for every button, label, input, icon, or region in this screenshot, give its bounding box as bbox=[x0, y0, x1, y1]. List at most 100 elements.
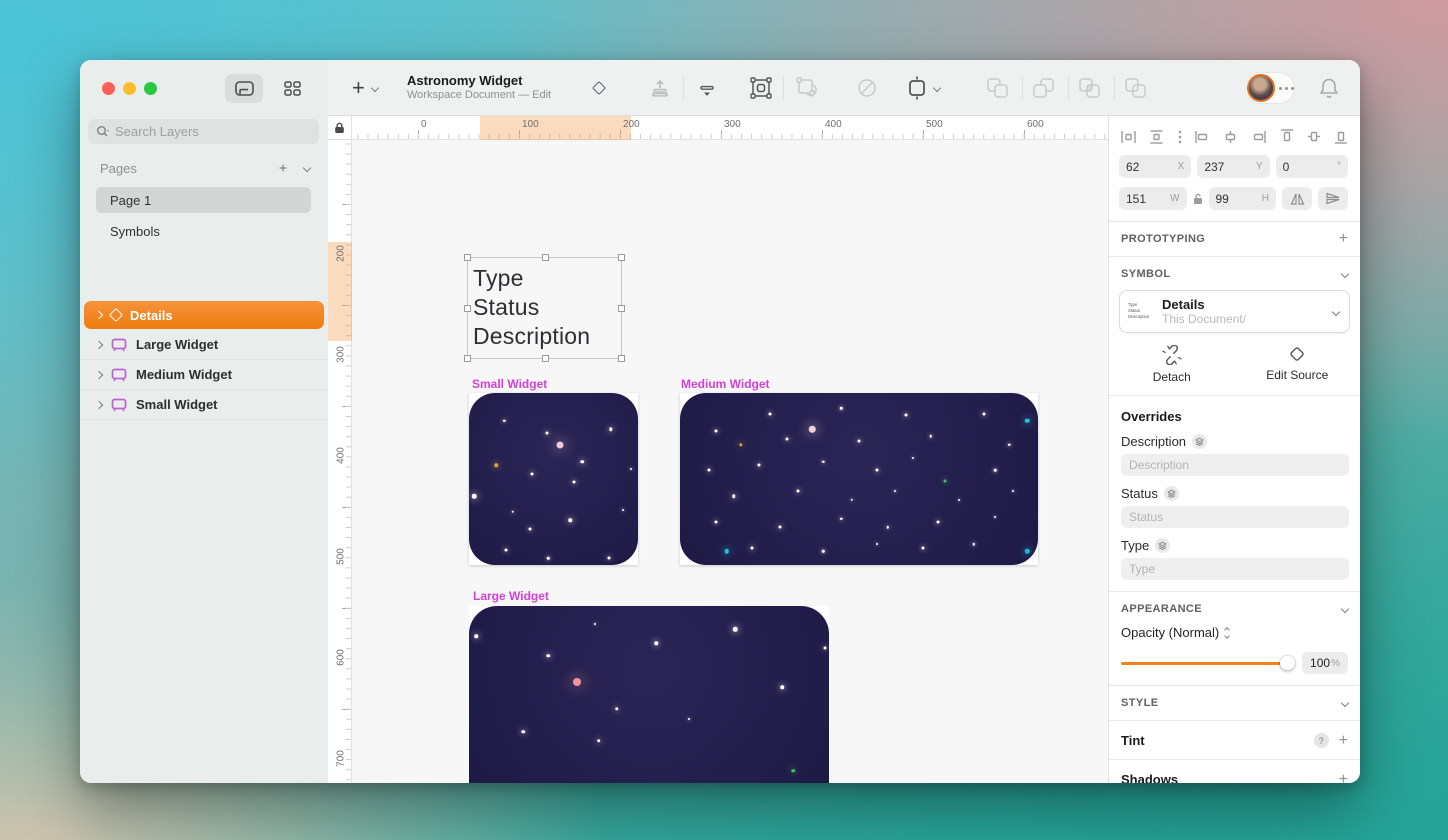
layer-list-view-button[interactable] bbox=[225, 74, 263, 103]
ruler-tick-label: 500 bbox=[336, 545, 347, 569]
distribute-vertically-icon[interactable] bbox=[1149, 130, 1164, 144]
collapse-symbol-icon[interactable] bbox=[1341, 270, 1349, 278]
account-menu[interactable] bbox=[1246, 73, 1294, 103]
align-horizontal-center-icon[interactable] bbox=[1223, 130, 1238, 144]
opacity-slider[interactable] bbox=[1121, 662, 1293, 665]
upload-document-button[interactable] bbox=[650, 60, 670, 116]
sidebar-page-item[interactable]: Symbols bbox=[96, 218, 311, 244]
create-symbol-button[interactable] bbox=[583, 60, 614, 116]
layers-badge-icon[interactable] bbox=[1164, 486, 1179, 501]
horizontal-ruler[interactable]: 0 100 200 300 400 500 600 bbox=[352, 116, 1108, 140]
artboard-label-small-widget[interactable]: Small Widget bbox=[472, 377, 547, 391]
no-fill-button[interactable] bbox=[856, 60, 878, 116]
add-shadow-icon[interactable]: + bbox=[1339, 774, 1348, 784]
opacity-value-field[interactable]: 100 % bbox=[1302, 652, 1348, 674]
flip-vertical-button[interactable] bbox=[1318, 187, 1348, 210]
layer-item-medium-widget[interactable]: Medium Widget bbox=[80, 360, 328, 390]
prototyping-section-header[interactable]: PROTOTYPING + bbox=[1109, 222, 1360, 245]
selection-handle[interactable] bbox=[464, 355, 471, 362]
vertical-ruler[interactable]: 200 300 400 500 600 700 bbox=[328, 140, 352, 783]
edit-source-button[interactable]: Edit Source bbox=[1235, 345, 1361, 384]
selection-handle[interactable] bbox=[618, 254, 625, 261]
symbol-section-header[interactable]: SYMBOL bbox=[1109, 257, 1360, 280]
more-alignment-icon[interactable] bbox=[1178, 130, 1182, 144]
layers-badge-icon[interactable] bbox=[1155, 538, 1170, 553]
artboard-icon bbox=[111, 368, 127, 382]
height-field[interactable]: 99 H bbox=[1209, 187, 1277, 210]
boolean-subtract-button[interactable] bbox=[1032, 60, 1056, 116]
boolean-union-button[interactable] bbox=[986, 60, 1010, 116]
artboard-large-widget[interactable] bbox=[469, 606, 829, 783]
aspect-lock-icon[interactable] bbox=[1193, 193, 1203, 205]
pages-collapse-icon[interactable] bbox=[303, 164, 311, 172]
layer-item-small-widget[interactable]: Small Widget bbox=[80, 390, 328, 420]
disclosure-chevron-icon[interactable] bbox=[95, 400, 103, 408]
search-input[interactable] bbox=[115, 124, 275, 139]
appearance-section-header[interactable]: APPEARANCE bbox=[1109, 592, 1360, 615]
sidebar-page-item[interactable]: Page 1 bbox=[96, 187, 311, 213]
tint-help-icon[interactable]: ? bbox=[1314, 733, 1329, 748]
user-avatar[interactable] bbox=[1247, 74, 1275, 102]
disclosure-chevron-icon[interactable] bbox=[95, 311, 103, 319]
y-position-field[interactable]: 237 Y bbox=[1197, 155, 1269, 178]
artboard-label-large-widget[interactable]: Large Widget bbox=[473, 589, 549, 603]
override-description-input[interactable] bbox=[1121, 454, 1349, 476]
selection-handle[interactable] bbox=[464, 305, 471, 312]
distribute-horizontally-icon[interactable] bbox=[1121, 130, 1136, 144]
more-options-icon[interactable] bbox=[1279, 87, 1294, 90]
ruler-lock-corner[interactable] bbox=[328, 116, 352, 140]
add-tint-icon[interactable]: + bbox=[1339, 735, 1348, 747]
selection-handle[interactable] bbox=[618, 305, 625, 312]
zoom-window-button[interactable] bbox=[144, 82, 157, 95]
grid-view-button[interactable] bbox=[273, 74, 311, 103]
width-field[interactable]: 151 W bbox=[1119, 187, 1187, 210]
flip-horizontal-button[interactable] bbox=[1282, 187, 1312, 210]
align-left-icon[interactable] bbox=[1195, 130, 1210, 144]
symbol-source-selector[interactable]: Type Status Description Details This Doc… bbox=[1119, 290, 1350, 333]
override-type-input[interactable] bbox=[1121, 558, 1349, 580]
layer-item-details[interactable]: Details bbox=[80, 300, 328, 330]
selected-text-layer[interactable]: Type Status Description bbox=[467, 257, 622, 359]
selection-handle[interactable] bbox=[542, 254, 549, 261]
notifications-button[interactable] bbox=[1318, 60, 1340, 116]
search-layers-field[interactable] bbox=[88, 119, 319, 144]
opacity-blend-control[interactable]: Opacity (Normal) bbox=[1109, 615, 1360, 640]
disclosure-chevron-icon[interactable] bbox=[95, 340, 103, 348]
close-window-button[interactable] bbox=[102, 82, 115, 95]
detach-button[interactable]: Detach bbox=[1109, 345, 1235, 384]
selection-handle[interactable] bbox=[618, 355, 625, 362]
override-status-input[interactable] bbox=[1121, 506, 1349, 528]
edit-shape-button[interactable] bbox=[750, 60, 772, 116]
selection-handle[interactable] bbox=[542, 355, 549, 362]
scale-tool-button[interactable] bbox=[906, 60, 940, 116]
add-page-icon[interactable] bbox=[274, 159, 292, 177]
artboard-small-widget[interactable] bbox=[469, 393, 638, 565]
collapse-appearance-icon[interactable] bbox=[1341, 605, 1349, 613]
align-top-icon[interactable] bbox=[1280, 129, 1294, 144]
align-right-icon[interactable] bbox=[1251, 130, 1266, 144]
layers-badge-icon[interactable] bbox=[1192, 434, 1207, 449]
boolean-intersect-button[interactable] bbox=[1078, 60, 1102, 116]
data-options-button[interactable] bbox=[696, 60, 718, 116]
disclosure-chevron-icon[interactable] bbox=[95, 370, 103, 378]
design-canvas[interactable]: Type Status Description Small Widget Med… bbox=[352, 140, 1108, 783]
artboard-label-medium-widget[interactable]: Medium Widget bbox=[681, 377, 770, 391]
selection-handle[interactable] bbox=[464, 254, 471, 261]
boolean-difference-button[interactable] bbox=[1124, 60, 1148, 116]
opacity-slider-thumb[interactable] bbox=[1280, 656, 1295, 671]
collapse-style-icon[interactable] bbox=[1341, 699, 1349, 707]
flatten-button[interactable] bbox=[796, 60, 818, 116]
layer-item-large-widget[interactable]: Large Widget bbox=[80, 330, 328, 360]
align-bottom-icon[interactable] bbox=[1334, 129, 1348, 144]
star bbox=[840, 517, 843, 520]
minimize-window-button[interactable] bbox=[123, 82, 136, 95]
artboard-medium-widget[interactable] bbox=[680, 393, 1038, 565]
style-section-header[interactable]: STYLE bbox=[1109, 686, 1360, 709]
blend-mode-stepper-icon[interactable] bbox=[1225, 627, 1229, 639]
x-position-field[interactable]: 62 X bbox=[1119, 155, 1191, 178]
align-vertical-center-icon[interactable] bbox=[1307, 129, 1321, 144]
add-prototyping-icon[interactable]: + bbox=[1339, 233, 1348, 245]
rotation-field[interactable]: 0 ° bbox=[1276, 155, 1348, 178]
artboard-icon bbox=[111, 338, 127, 352]
insert-button[interactable]: + bbox=[352, 60, 378, 116]
